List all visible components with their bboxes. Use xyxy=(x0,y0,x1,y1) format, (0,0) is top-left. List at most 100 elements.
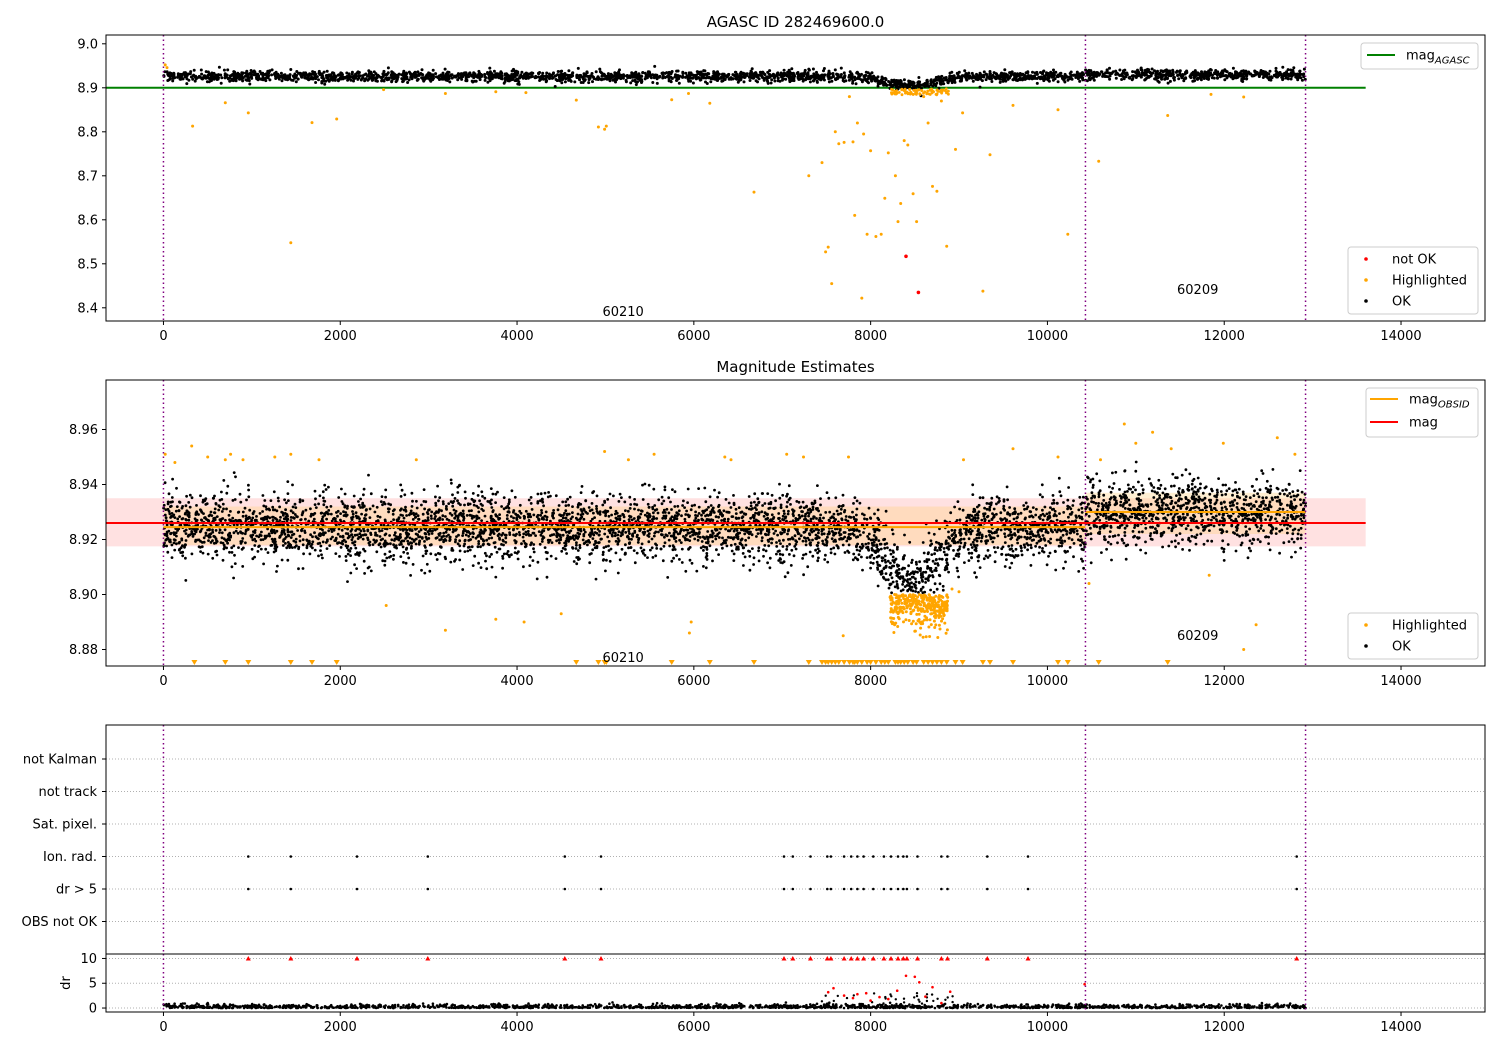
ok-point xyxy=(379,75,383,79)
highlighted-point xyxy=(860,296,864,300)
ok-point xyxy=(578,543,582,547)
ok-point xyxy=(1035,81,1039,85)
ok-point xyxy=(996,534,1000,538)
ok-point xyxy=(790,67,794,71)
ok-point xyxy=(955,71,959,75)
highlighted-point xyxy=(223,101,227,105)
ok-point xyxy=(1144,540,1147,544)
ok-point xyxy=(668,544,672,548)
ok-point xyxy=(508,555,511,559)
ok-point xyxy=(823,558,827,561)
ok-point xyxy=(890,84,894,88)
ok-point xyxy=(1033,76,1037,80)
ok-point xyxy=(325,75,329,79)
ok-point xyxy=(420,72,424,76)
ok-point xyxy=(921,541,925,544)
ok-point xyxy=(788,70,792,74)
ok-point xyxy=(232,576,236,580)
ok-point xyxy=(414,542,418,546)
ok-point xyxy=(790,548,794,552)
ok-point xyxy=(844,79,848,83)
highlighted-point xyxy=(940,91,943,95)
ok-point xyxy=(1225,489,1229,493)
ok-point xyxy=(1300,78,1304,82)
ok-point xyxy=(737,506,741,510)
ok-point xyxy=(1068,546,1072,549)
highlighted-point xyxy=(893,90,897,94)
ok-point xyxy=(1150,72,1153,76)
ok-point xyxy=(617,71,621,75)
ok-point xyxy=(1184,496,1188,499)
ok-point xyxy=(617,530,621,534)
ok-point xyxy=(1156,524,1160,528)
ok-point xyxy=(756,497,760,501)
ok-point xyxy=(748,79,752,82)
ok-point xyxy=(323,483,327,487)
highlighted-point xyxy=(855,121,859,125)
ok-point xyxy=(461,75,465,79)
ok-point xyxy=(677,81,681,85)
ok-point xyxy=(477,542,481,546)
ok-point xyxy=(1209,501,1212,504)
ok-point xyxy=(1020,553,1024,557)
ok-point xyxy=(700,513,703,517)
ok-point xyxy=(749,76,753,80)
highlighted-point xyxy=(931,184,934,188)
ok-point xyxy=(547,491,550,494)
ok-point xyxy=(486,80,490,84)
ok-point xyxy=(499,77,503,80)
ok-point xyxy=(215,553,219,557)
ok-point xyxy=(336,79,340,83)
ok-point xyxy=(670,77,674,80)
highlighted-point xyxy=(935,189,939,193)
ok-point xyxy=(544,80,548,84)
highlighted-point xyxy=(165,66,169,70)
ok-point xyxy=(822,69,825,73)
ok-point xyxy=(745,72,749,76)
ok-point xyxy=(855,70,859,74)
ok-point xyxy=(1248,496,1252,499)
ok-point xyxy=(776,533,779,537)
ok-point xyxy=(1231,66,1235,70)
ok-point xyxy=(532,543,536,546)
ok-point xyxy=(449,478,453,482)
ok-point xyxy=(1302,516,1306,520)
ok-point xyxy=(596,75,600,79)
ok-point xyxy=(346,580,349,583)
ok-point xyxy=(1251,74,1255,78)
ok-point xyxy=(706,530,710,533)
ok-point xyxy=(665,71,669,75)
ok-point xyxy=(675,78,679,82)
ok-point xyxy=(404,561,408,565)
ok-point xyxy=(763,77,767,80)
ok-point xyxy=(819,513,822,517)
ok-point xyxy=(363,572,366,575)
ok-point xyxy=(329,77,333,81)
ok-point xyxy=(566,497,569,501)
ok-point xyxy=(184,532,188,535)
ok-point xyxy=(984,542,988,545)
ok-point xyxy=(509,75,513,79)
ok-point xyxy=(836,77,839,81)
highlighted-point xyxy=(604,124,608,128)
ok-point xyxy=(1022,504,1026,507)
ok-point xyxy=(550,76,554,80)
ok-point xyxy=(189,70,193,74)
ok-point xyxy=(699,78,703,82)
ok-point xyxy=(587,81,591,85)
highlighted-point xyxy=(752,190,756,194)
ok-point xyxy=(361,537,365,541)
ok-point xyxy=(207,539,210,542)
ok-point xyxy=(1180,524,1183,527)
ok-point xyxy=(1043,505,1047,509)
ok-point xyxy=(219,81,223,85)
ok-point xyxy=(265,73,269,77)
ok-point xyxy=(1268,500,1272,504)
ok-point xyxy=(487,76,491,80)
ok-point xyxy=(1063,75,1067,79)
ok-point xyxy=(924,581,927,584)
ok-point xyxy=(471,564,475,567)
ok-point xyxy=(834,496,838,500)
ok-point xyxy=(939,75,943,79)
ok-point xyxy=(1143,78,1147,82)
